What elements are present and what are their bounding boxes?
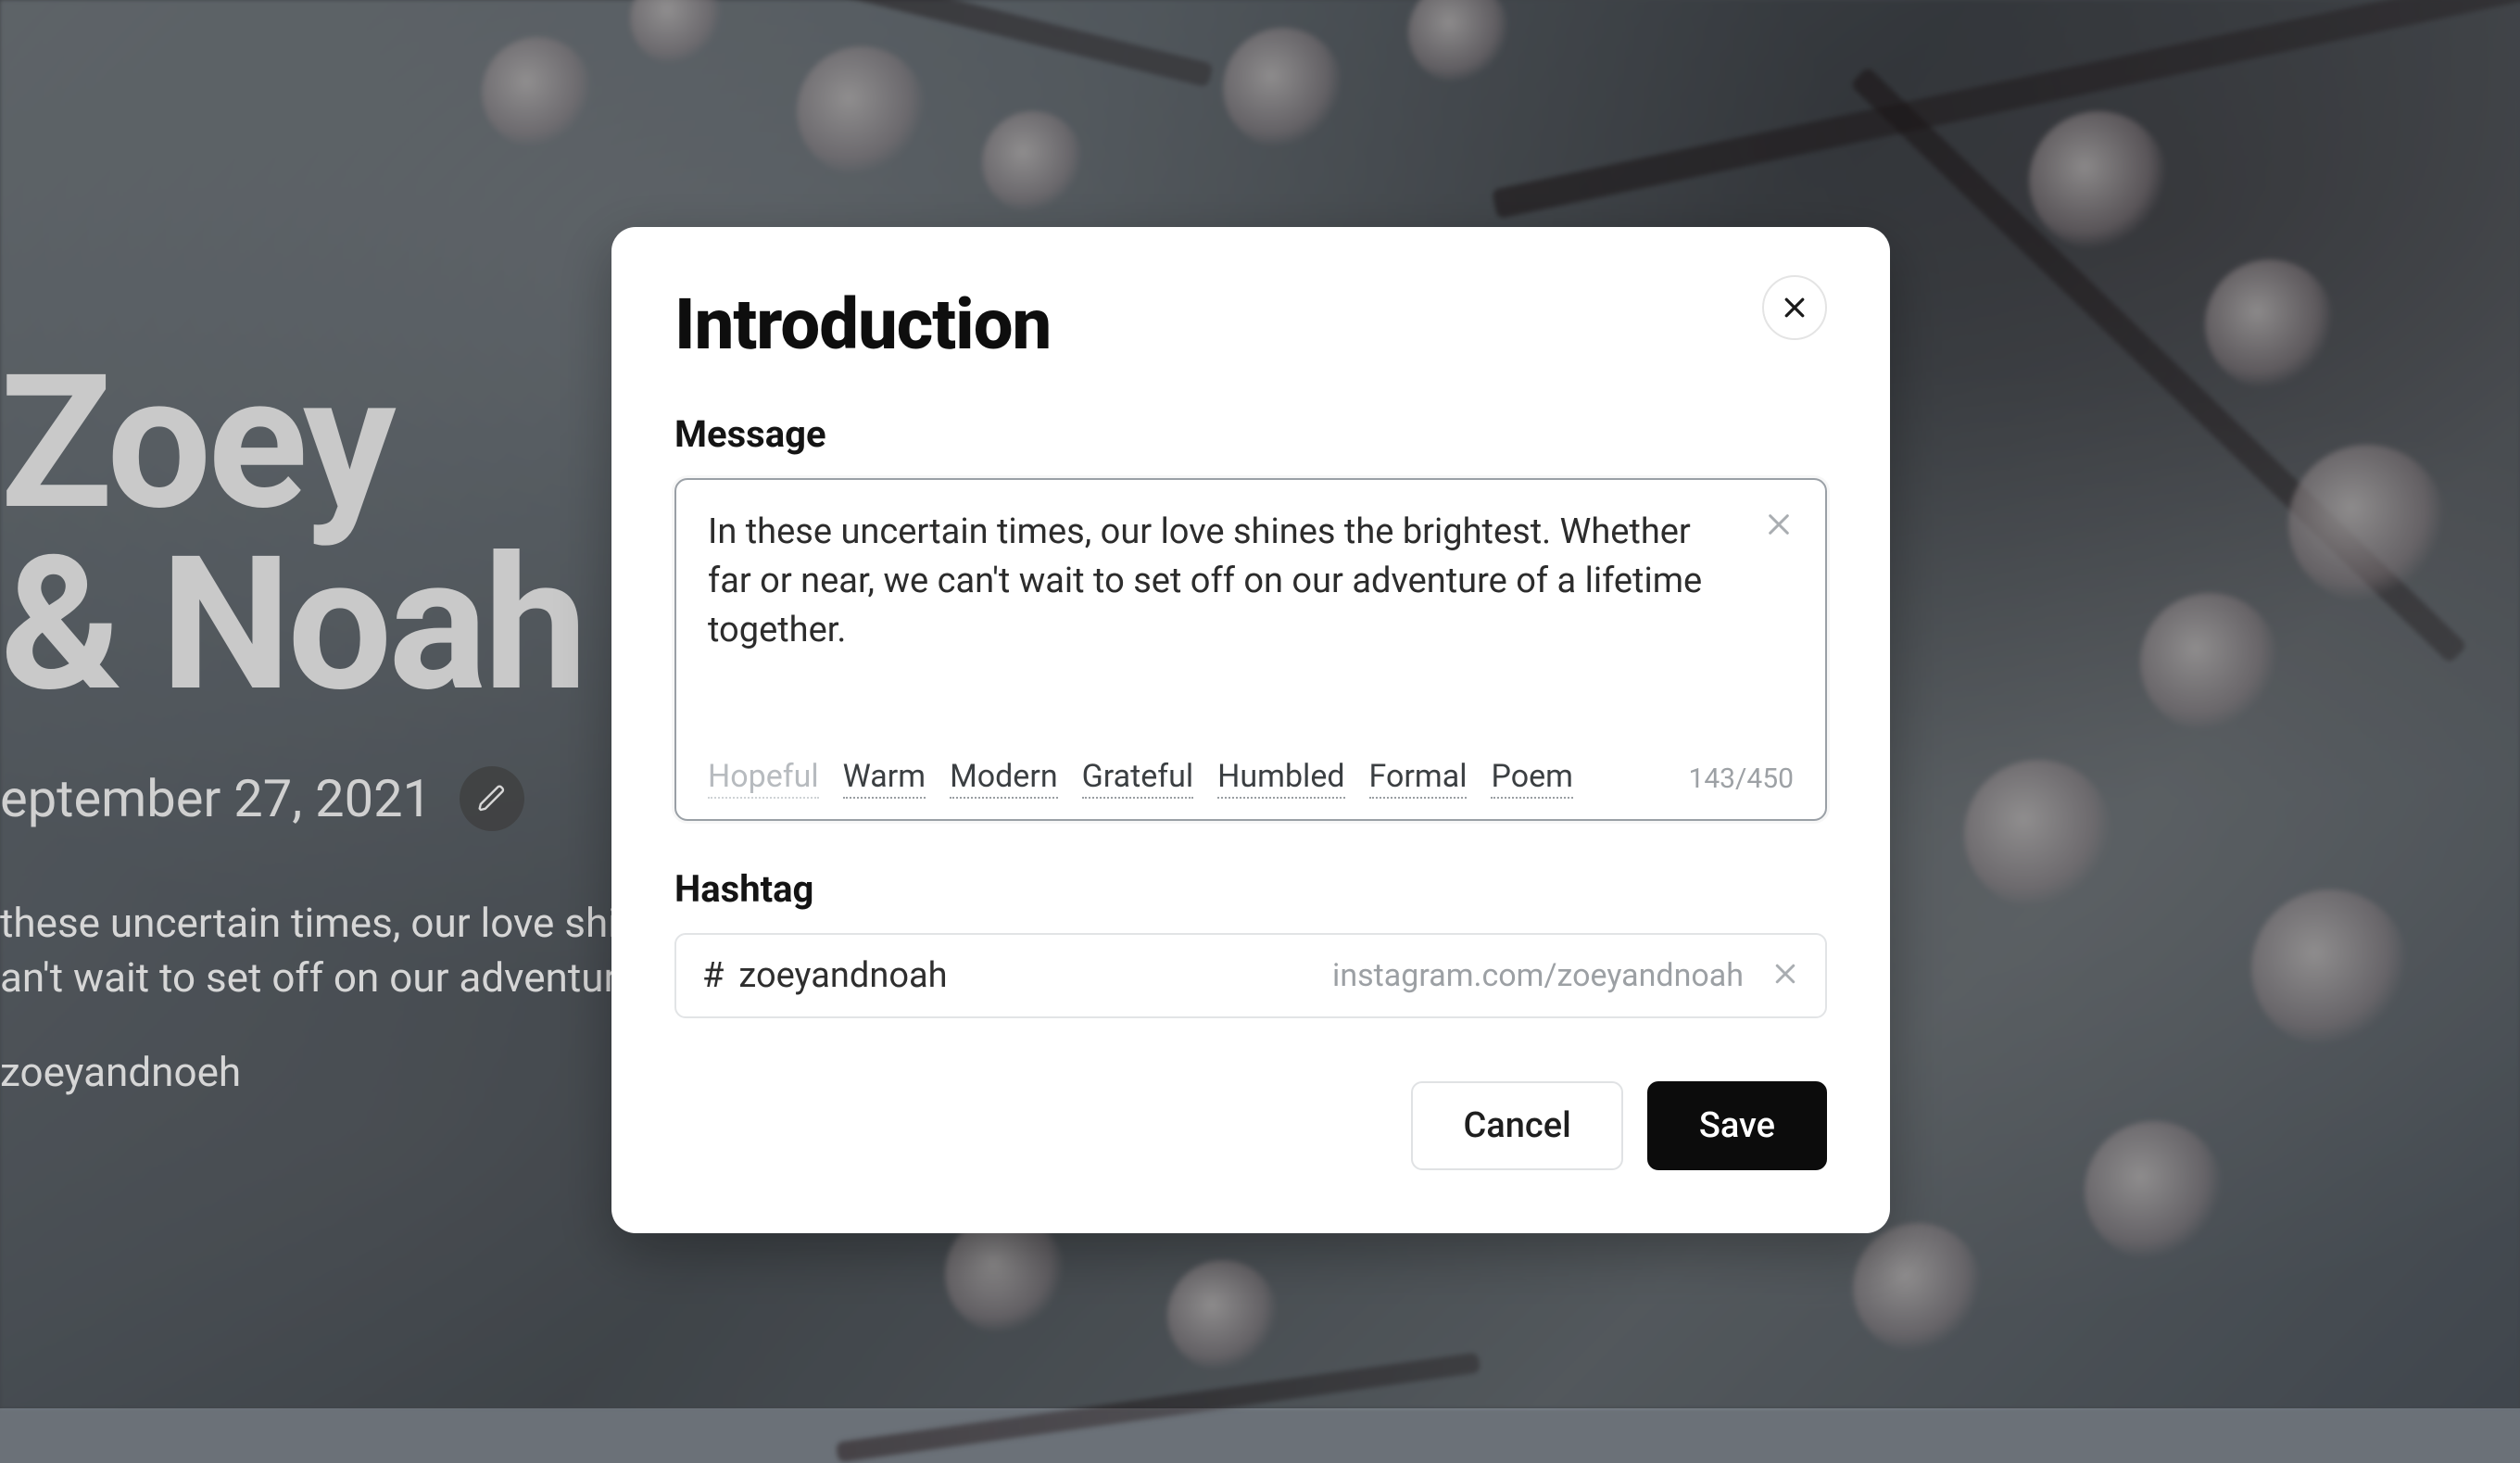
hashtag-input[interactable]: [738, 955, 1317, 996]
hero-date: eptember 27, 2021: [0, 768, 432, 829]
modal-title: Introduction: [674, 283, 1051, 366]
tone-hopeful[interactable]: Hopeful: [708, 758, 819, 799]
clear-hashtag-button[interactable]: [1771, 960, 1799, 991]
tone-poem[interactable]: Poem: [1491, 758, 1572, 799]
close-icon: [1771, 960, 1799, 988]
close-button[interactable]: [1762, 275, 1827, 340]
message-label: Message: [674, 412, 1827, 456]
clear-message-button[interactable]: [1764, 510, 1794, 543]
hashtag-url-preview: instagram.com/zoeyandnoah: [1332, 957, 1744, 994]
modal-actions: Cancel Save: [674, 1081, 1827, 1170]
edit-hero-button[interactable]: [460, 766, 524, 831]
tone-humbled[interactable]: Humbled: [1217, 758, 1344, 799]
save-button[interactable]: Save: [1647, 1081, 1827, 1170]
message-field[interactable]: Hopeful Warm Modern Grateful Humbled For…: [674, 478, 1827, 821]
hashtag-field[interactable]: # instagram.com/zoeyandnoah: [674, 933, 1827, 1018]
hash-symbol: #: [702, 955, 724, 996]
character-count: 143/450: [1688, 763, 1794, 795]
hashtag-label: Hashtag: [674, 867, 1827, 911]
tone-modern[interactable]: Modern: [950, 758, 1058, 799]
tone-suggestions: Hopeful Warm Modern Grateful Humbled For…: [708, 758, 1573, 799]
close-icon: [1781, 294, 1808, 322]
introduction-modal: Introduction Message Hopeful Warm Modern…: [611, 227, 1890, 1233]
tone-grateful[interactable]: Grateful: [1082, 758, 1194, 799]
cancel-button[interactable]: Cancel: [1411, 1081, 1622, 1170]
message-textarea[interactable]: [708, 508, 1738, 732]
close-icon: [1764, 510, 1794, 539]
pencil-icon: [477, 784, 507, 813]
tone-formal[interactable]: Formal: [1369, 758, 1468, 799]
tone-warm[interactable]: Warm: [843, 758, 926, 799]
